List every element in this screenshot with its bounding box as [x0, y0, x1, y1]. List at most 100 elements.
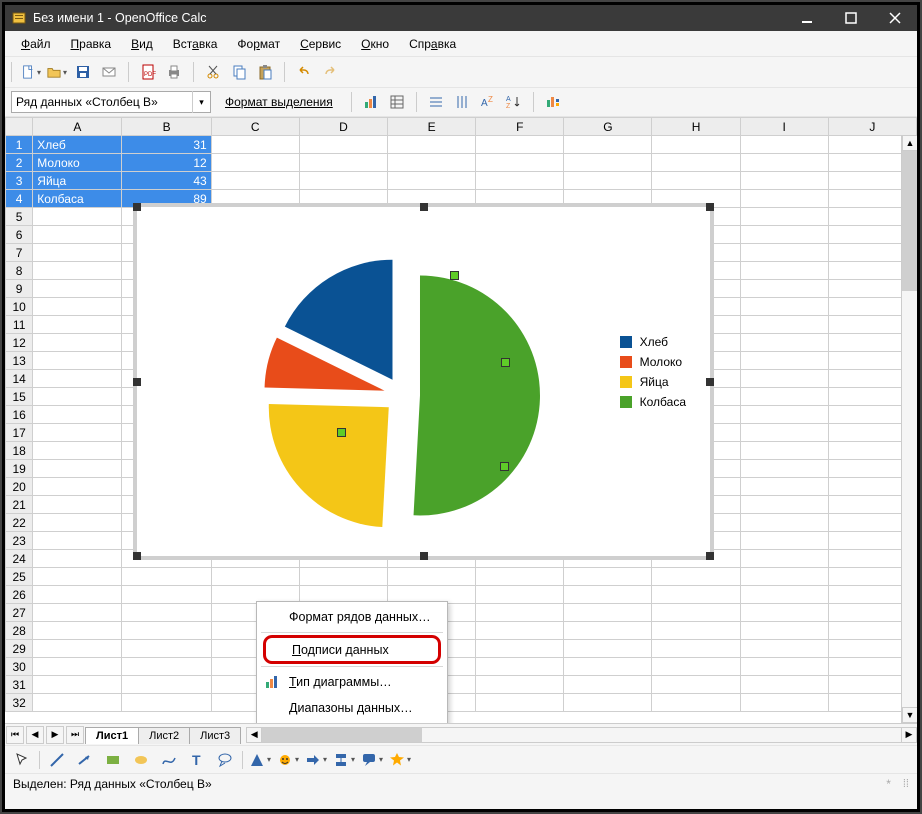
block-arrows-button[interactable]: ▾ [305, 749, 327, 771]
cell[interactable] [122, 604, 211, 622]
basic-shapes-button[interactable]: ▾ [249, 749, 271, 771]
cell[interactable] [122, 586, 211, 604]
cell[interactable] [740, 352, 828, 370]
resize-handle[interactable] [706, 378, 714, 386]
sheet-tab[interactable]: Лист3 [189, 727, 241, 744]
cell[interactable] [740, 532, 828, 550]
cell[interactable] [33, 370, 122, 388]
element-selector-input[interactable] [12, 95, 192, 109]
scroll-thumb[interactable] [262, 728, 422, 742]
cell[interactable] [33, 568, 122, 586]
cell[interactable] [740, 154, 828, 172]
cell[interactable] [122, 622, 211, 640]
column-header[interactable]: H [652, 118, 740, 136]
column-header[interactable]: B [122, 118, 211, 136]
sort-button[interactable]: AZ [503, 91, 525, 113]
cell[interactable] [33, 280, 122, 298]
column-header[interactable]: G [564, 118, 652, 136]
rect-tool-button[interactable] [102, 749, 124, 771]
cell[interactable] [33, 586, 122, 604]
menu-item[interactable]: Формат [227, 34, 290, 54]
cell[interactable] [211, 136, 299, 154]
stars-button[interactable]: ▾ [389, 749, 411, 771]
scroll-thumb[interactable] [902, 151, 917, 291]
cell[interactable] [476, 604, 564, 622]
cell[interactable] [299, 568, 387, 586]
column-header[interactable]: E [388, 118, 476, 136]
pie-slice[interactable] [414, 275, 540, 515]
row-header[interactable]: 32 [6, 694, 33, 712]
cell[interactable] [476, 568, 564, 586]
callouts-button[interactable]: ▾ [361, 749, 383, 771]
last-sheet-button[interactable]: ⏭ [66, 726, 84, 744]
minimize-button[interactable] [785, 5, 829, 31]
redo-button[interactable] [319, 61, 341, 83]
menu-item[interactable]: Сервис [290, 34, 351, 54]
row-header[interactable]: 14 [6, 370, 33, 388]
row-header[interactable]: 13 [6, 352, 33, 370]
cell[interactable] [740, 226, 828, 244]
row-header[interactable]: 28 [6, 622, 33, 640]
resize-handle[interactable] [706, 203, 714, 211]
close-button[interactable] [873, 5, 917, 31]
cell[interactable] [33, 262, 122, 280]
row-header[interactable]: 8 [6, 262, 33, 280]
cell[interactable] [476, 676, 564, 694]
cell[interactable] [564, 136, 652, 154]
row-header[interactable]: 21 [6, 496, 33, 514]
new-button[interactable]: ▾ [20, 61, 42, 83]
chart-object[interactable]: Хлеб Молоко Яйца Колбаса [137, 207, 710, 556]
resize-handle[interactable] [133, 203, 141, 211]
row-header[interactable]: 5 [6, 208, 33, 226]
cell[interactable] [476, 622, 564, 640]
cell[interactable] [33, 244, 122, 262]
row-header[interactable]: 9 [6, 280, 33, 298]
cell[interactable] [740, 640, 828, 658]
row-header[interactable]: 7 [6, 244, 33, 262]
cell[interactable] [740, 442, 828, 460]
cell[interactable] [652, 172, 740, 190]
next-sheet-button[interactable]: ▶ [46, 726, 64, 744]
cell[interactable] [652, 694, 740, 712]
menu-item[interactable]: Файл [11, 34, 61, 54]
symbol-shapes-button[interactable]: ▾ [277, 749, 299, 771]
cell[interactable] [740, 280, 828, 298]
cell[interactable] [388, 154, 476, 172]
row-header[interactable]: 29 [6, 640, 33, 658]
cell[interactable] [740, 460, 828, 478]
cell[interactable] [122, 694, 211, 712]
cell[interactable] [564, 190, 652, 208]
column-header[interactable]: F [476, 118, 564, 136]
cell[interactable] [299, 136, 387, 154]
cell[interactable] [652, 622, 740, 640]
cell[interactable] [564, 568, 652, 586]
cell[interactable] [211, 568, 299, 586]
cell[interactable]: Хлеб [33, 136, 122, 154]
cell[interactable]: 12 [122, 154, 211, 172]
cell[interactable] [33, 208, 122, 226]
cell[interactable] [740, 334, 828, 352]
cell[interactable] [652, 604, 740, 622]
cell[interactable] [211, 172, 299, 190]
arrow-tool-button[interactable] [74, 749, 96, 771]
column-header[interactable]: D [299, 118, 387, 136]
cell[interactable] [33, 640, 122, 658]
slice-handle[interactable] [501, 358, 510, 367]
prev-sheet-button[interactable]: ◀ [26, 726, 44, 744]
cell[interactable] [33, 406, 122, 424]
legend-button[interactable] [542, 91, 564, 113]
scroll-left-button[interactable]: ◀ [246, 727, 262, 743]
combo-dropdown-button[interactable]: ▾ [192, 91, 210, 113]
scroll-up-button[interactable]: ▲ [902, 135, 917, 151]
cell[interactable] [211, 190, 299, 208]
row-header[interactable]: 19 [6, 460, 33, 478]
row-header[interactable]: 3 [6, 172, 33, 190]
slice-handle[interactable] [337, 428, 346, 437]
cell[interactable] [33, 658, 122, 676]
menu-item[interactable]: Вставка [163, 34, 228, 54]
cell[interactable] [476, 640, 564, 658]
cell[interactable] [33, 514, 122, 532]
cell[interactable] [122, 568, 211, 586]
cell[interactable] [652, 586, 740, 604]
pdf-button[interactable]: PDF [137, 61, 159, 83]
